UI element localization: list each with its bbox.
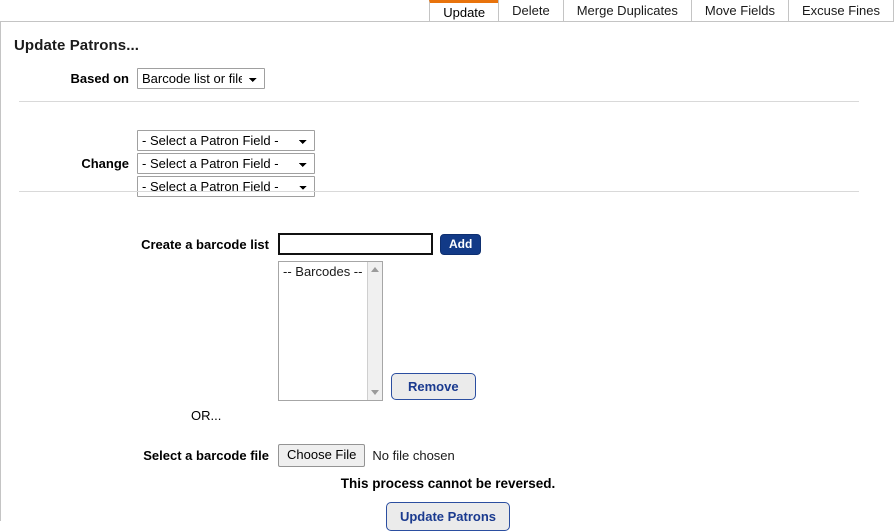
based-on-control: Barcode list or file [137,68,265,89]
patron-field-select-3[interactable]: - Select a Patron Field - [137,176,315,197]
remove-barcode-button[interactable]: Remove [391,373,476,400]
tab-merge-duplicates-label: Merge Duplicates [576,3,678,18]
tab-delete-label: Delete [512,3,550,18]
page-title: Update Patrons... [14,37,140,54]
based-on-select[interactable]: Barcode list or file [137,68,265,89]
tab-delete[interactable]: Delete [498,0,563,21]
or-separator-text: OR... [191,408,222,423]
patron-field-select-1[interactable]: - Select a Patron Field - [137,130,315,151]
tab-move-fields[interactable]: Move Fields [690,0,788,21]
change-select-group: - Select a Patron Field - - Select a Pat… [137,130,315,197]
patron-field-select-2[interactable]: - Select a Patron Field - [137,153,315,174]
add-barcode-button[interactable]: Add [440,233,482,255]
barcode-file-label: Select a barcode file [143,448,269,464]
barcode-file-row: Select a barcode file Choose File No fil… [1,444,561,468]
choose-file-button[interactable]: Choose File [278,444,366,468]
create-barcode-list-row: Create a barcode list Add [1,233,521,255]
tab-move-fields-label: Move Fields [704,3,775,18]
tab-bar: Update Delete Merge Duplicates Move Fiel… [0,0,894,22]
update-patrons-button[interactable]: Update Patrons [385,502,511,531]
barcode-listbox[interactable]: -- Barcodes -- [278,261,383,401]
submit-row: Update Patrons [1,502,894,531]
update-patrons-panel: Update Patrons... Based on Barcode list … [0,21,894,531]
barcode-listbox-scrollbar[interactable] [367,262,382,400]
irreversible-warning: This process cannot be reversed. [340,476,556,491]
based-on-label: Based on [70,71,129,86]
scroll-up-arrow-icon[interactable] [371,267,379,272]
change-label: Change [81,156,129,171]
file-status-text: No file chosen [372,448,455,464]
tab-excuse-fines-label: Excuse Fines [801,3,880,18]
based-on-row: Based on Barcode list or file [1,68,421,89]
barcode-input[interactable] [278,233,433,255]
tab-merge-duplicates[interactable]: Merge Duplicates [562,0,691,21]
barcode-file-input[interactable]: Choose File No file chosen [278,444,455,468]
tab-excuse-fines[interactable]: Excuse Fines [787,0,894,21]
divider-bottom [19,191,859,192]
scroll-down-arrow-icon[interactable] [371,390,379,395]
divider-top [19,101,859,102]
tab-update-label: Update [443,4,486,20]
tab-update[interactable]: Update [429,0,499,22]
create-barcode-list-label: Create a barcode list [141,236,269,252]
